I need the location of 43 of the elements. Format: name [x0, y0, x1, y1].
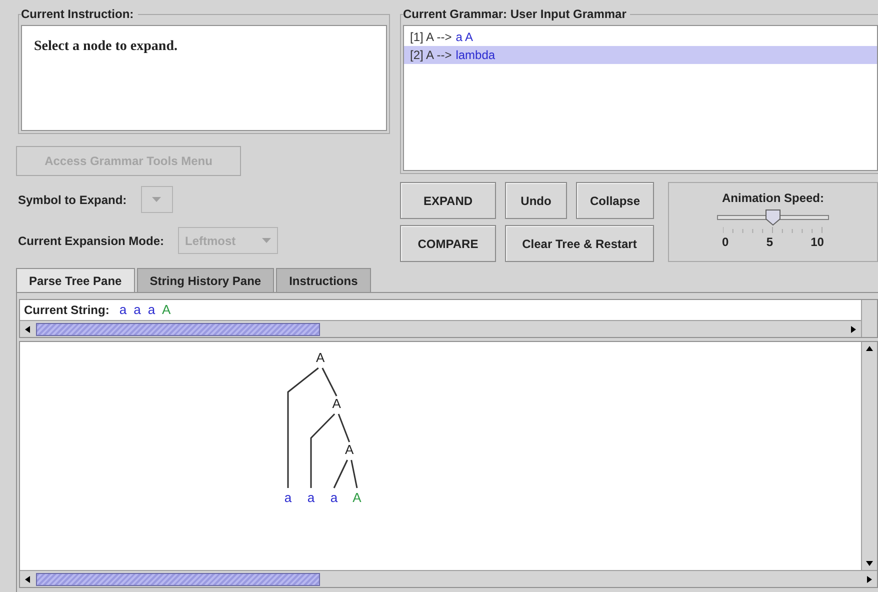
tab[interactable]: Parse Tree Pane: [16, 268, 135, 292]
vertical-scrollbar[interactable]: [861, 300, 877, 337]
group-title: Current Instruction:: [21, 7, 138, 21]
scroll-thumb[interactable]: [36, 572, 320, 586]
horizontal-scrollbar[interactable]: [20, 570, 877, 587]
tick-label: 0: [722, 234, 729, 251]
scroll-thumb[interactable]: [36, 322, 320, 336]
tick-label: 5: [766, 234, 773, 251]
tree-node[interactable]: A: [332, 396, 341, 411]
action-button[interactable]: EXPAND: [400, 182, 496, 219]
speed-slider[interactable]: [717, 209, 829, 227]
current-string-label: Current String:: [24, 302, 110, 319]
action-button[interactable]: Undo: [505, 182, 567, 219]
vertical-scrollbar[interactable]: [861, 342, 877, 570]
instruction-text: Select a node to expand.: [34, 38, 178, 56]
horizontal-scrollbar[interactable]: [20, 320, 861, 337]
string-symbol: a: [148, 301, 156, 320]
tab[interactable]: Instructions: [276, 268, 371, 292]
tree-node[interactable]: A: [316, 350, 325, 365]
tick-label: 10: [810, 234, 824, 251]
tree-node[interactable]: A: [345, 442, 354, 457]
speed-title: Animation Speed:: [722, 190, 824, 207]
string-symbol: a: [119, 301, 127, 320]
action-button[interactable]: Clear Tree & Restart: [505, 225, 654, 262]
tree-node[interactable]: a: [330, 490, 338, 505]
tree-node[interactable]: A: [352, 490, 362, 505]
tree-node[interactable]: a: [307, 490, 315, 505]
caret-icon: [152, 197, 162, 202]
caret-icon: [262, 238, 272, 243]
tree-node[interactable]: a: [284, 490, 292, 505]
tree-edge: [350, 460, 358, 488]
string-symbol: A: [162, 301, 171, 320]
grammar-rule[interactable]: [1] A --> a A: [404, 28, 877, 46]
action-button[interactable]: COMPARE: [400, 225, 496, 262]
field-label: Symbol to Expand:: [18, 192, 127, 208]
group-title: Current Grammar: User Input Grammar: [403, 7, 630, 21]
string-symbol: a: [134, 301, 141, 320]
tree-edge: [338, 414, 350, 442]
action-button[interactable]: Collapse: [576, 182, 654, 219]
slider-thumb[interactable]: [765, 209, 781, 226]
tree-edge: [322, 368, 338, 396]
tab[interactable]: String History Pane: [136, 268, 274, 292]
field-label: Current Expansion Mode:: [18, 232, 164, 250]
